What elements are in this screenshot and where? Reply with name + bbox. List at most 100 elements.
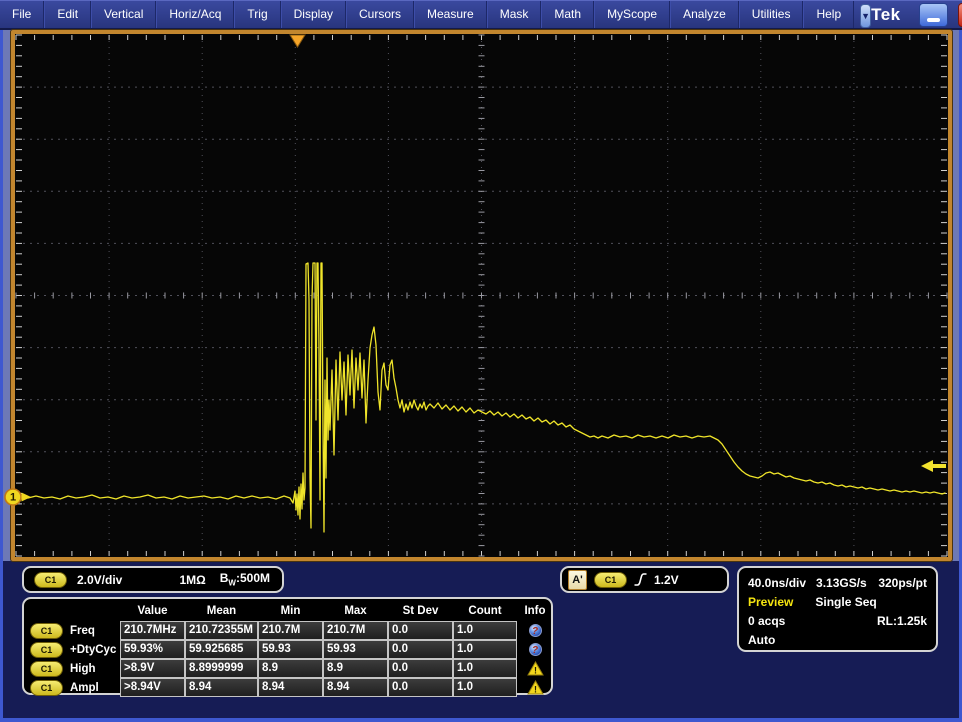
measurement-row-label: C1 +DtyCyc — [24, 640, 120, 659]
sequence-mode: Single Seq — [815, 593, 876, 612]
freq-count: 1.0 — [453, 621, 517, 640]
menu-mask[interactable]: Mask — [487, 1, 542, 28]
header-spacer — [24, 601, 120, 621]
svg-text:!: ! — [534, 666, 537, 676]
close-button[interactable]: X — [958, 3, 962, 27]
measurement-row-label: C1 Freq — [24, 621, 120, 640]
trigger-readout-panel[interactable]: A' C1 1.2V — [560, 566, 729, 593]
info-question-icon: ? — [529, 643, 542, 656]
measurement-name: High — [70, 663, 96, 675]
record-length: RL:1.25k — [877, 612, 927, 631]
freq-value: 210.7MHz — [120, 621, 185, 640]
source-badge: C1 — [30, 661, 63, 677]
tek-logo: Tek — [871, 5, 901, 25]
ampl-min: 8.94 — [258, 678, 323, 697]
measurement-row-label: C1 Ampl — [24, 678, 120, 697]
high-max: 8.9 — [323, 659, 388, 678]
high-value: >8.9V — [120, 659, 185, 678]
input-impedance: 1MΩ — [179, 573, 205, 587]
source-badge: C1 — [30, 642, 63, 658]
freq-info[interactable]: ? — [517, 621, 553, 640]
ampl-info[interactable]: ! — [517, 678, 553, 697]
menu-measure[interactable]: Measure — [414, 1, 487, 28]
minimize-button[interactable] — [919, 3, 948, 27]
channel-badge: C1 — [34, 572, 67, 588]
header-count: Count — [453, 601, 517, 621]
info-question-icon: ? — [529, 624, 542, 637]
header-value: Value — [120, 601, 185, 621]
channel1-reference-marker[interactable]: 1 — [4, 488, 32, 506]
ampl-max: 8.94 — [323, 678, 388, 697]
trigger-source-badge: C1 — [594, 572, 627, 588]
menu-help[interactable]: Help — [803, 1, 854, 28]
dtycyc-mean: 59.925685 — [185, 640, 258, 659]
source-badge: C1 — [30, 680, 63, 696]
minimize-icon — [927, 18, 940, 22]
channel1-marker-label: 1 — [10, 492, 16, 504]
measurement-table: Value Mean Min Max St Dev Count Info C1 … — [24, 601, 551, 697]
display-area: 1 — [3, 30, 959, 561]
header-min: Min — [258, 601, 323, 621]
titlebar-right: Tek X — [871, 1, 962, 28]
bandwidth-readout: BW:500M — [220, 571, 270, 587]
sample-resolution: 320ps/pt — [878, 574, 927, 593]
menu-math[interactable]: Math — [541, 1, 594, 28]
menu-display[interactable]: Display — [281, 1, 346, 28]
window-border — [0, 30, 3, 722]
timebase: 40.0ns/div — [748, 574, 806, 593]
ampl-stdev: 0.0 — [388, 678, 453, 697]
menu-trig[interactable]: Trig — [234, 1, 280, 28]
high-info[interactable]: ! — [517, 659, 553, 678]
high-stdev: 0.0 — [388, 659, 453, 678]
menu-file[interactable]: File — [0, 1, 44, 28]
trigger-level: 1.2V — [654, 573, 679, 587]
window-border — [0, 718, 962, 722]
info-warning-icon: ! — [527, 661, 544, 676]
menu-bar: File Edit Vertical Horiz/Acq Trig Displa… — [0, 0, 962, 30]
dtycyc-info[interactable]: ? — [517, 640, 553, 659]
high-min: 8.9 — [258, 659, 323, 678]
channel-readout-panel[interactable]: C1 2.0V/div 1MΩ BW:500M — [22, 566, 284, 593]
trigger-position-marker[interactable] — [290, 35, 305, 47]
menu-analyze[interactable]: Analyze — [670, 1, 739, 28]
measurement-name: Ampl — [70, 682, 99, 694]
measurement-row-label: C1 High — [24, 659, 120, 678]
dtycyc-min: 59.93 — [258, 640, 323, 659]
chevron-down-icon: ▼ — [861, 11, 870, 21]
channel1-marker-arrow-icon — [22, 493, 32, 502]
dtycyc-stdev: 0.0 — [388, 640, 453, 659]
menu-myscope[interactable]: MyScope — [594, 1, 670, 28]
ampl-value: >8.94V — [120, 678, 185, 697]
header-info: Info — [517, 601, 553, 621]
dtycyc-count: 1.0 — [453, 640, 517, 659]
dtycyc-max: 59.93 — [323, 640, 388, 659]
waveform-display — [15, 34, 948, 557]
rising-edge-slope-icon — [634, 572, 647, 587]
preview-status: Preview — [748, 593, 793, 612]
svg-text:!: ! — [534, 685, 537, 695]
oscilloscope-application-window: File Edit Vertical Horiz/Acq Trig Displa… — [0, 0, 962, 722]
freq-min: 210.7M — [258, 621, 323, 640]
sample-rate: 3.13GS/s — [816, 574, 867, 593]
measurement-name: +DtyCyc — [70, 644, 116, 656]
menu-horiz-acq[interactable]: Horiz/Acq — [156, 1, 234, 28]
vertical-scale: 2.0V/div — [77, 573, 122, 587]
menu-edit[interactable]: Edit — [44, 1, 91, 28]
measurement-table-panel: Value Mean Min Max St Dev Count Info C1 … — [22, 597, 553, 695]
menu-utilities[interactable]: Utilities — [739, 1, 804, 28]
menu-cursors[interactable]: Cursors — [346, 1, 414, 28]
waveform-trace — [20, 263, 945, 532]
ampl-count: 1.0 — [453, 678, 517, 697]
measurement-name: Freq — [70, 625, 95, 637]
high-count: 1.0 — [453, 659, 517, 678]
header-stdev: St Dev — [388, 601, 453, 621]
horizontal-acquisition-panel[interactable]: 40.0ns/div 3.13GS/s 320ps/pt Preview Sin… — [737, 566, 938, 652]
menu-vertical[interactable]: Vertical — [91, 1, 156, 28]
header-mean: Mean — [185, 601, 258, 621]
header-max: Max — [323, 601, 388, 621]
graticule-grid — [16, 35, 947, 556]
acquisition-count: 0 acqs — [748, 612, 785, 631]
info-warning-icon: ! — [527, 680, 544, 695]
source-badge: C1 — [30, 623, 63, 639]
menu-dropdown-button[interactable]: ▼ — [860, 4, 871, 28]
